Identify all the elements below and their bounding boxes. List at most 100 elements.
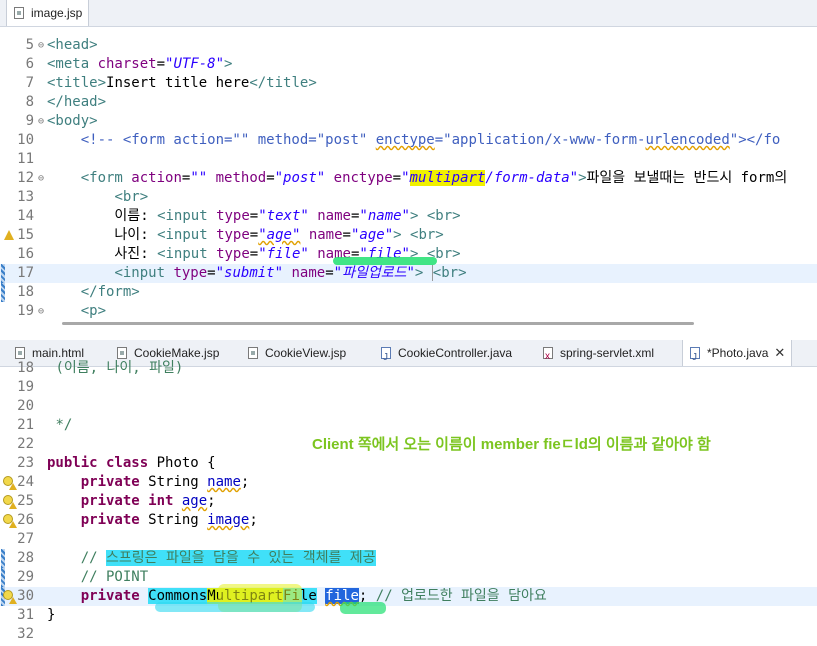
warning-icon[interactable] [4,230,14,240]
code-text[interactable]: <input type="submit" name="파일업로드"> <br> [47,264,467,283]
fold-toggle-icon[interactable]: ⊖ [38,112,44,131]
line-gutter[interactable]: 20 [0,397,44,416]
line-number: 26 [17,512,34,528]
code-text[interactable]: (이름, 나이, 파일) [47,359,183,378]
code-text[interactable]: <p> [47,302,106,321]
line-number: 11 [17,151,34,167]
tab-image-jsp[interactable]: image.jsp [6,0,90,26]
line-gutter[interactable]: 6 [0,55,44,74]
line-gutter[interactable]: 18 [0,359,44,378]
line-gutter[interactable]: 31 [0,606,44,625]
code-line[interactable]: 32 [0,625,817,644]
fold-toggle-icon[interactable]: ⊖ [38,169,44,188]
html-file-icon [15,347,25,359]
code-line[interactable]: 9 ⊖ <body> [0,112,817,131]
editor-photo-java[interactable]: main.html CookieMake.jsp CookieView.jsp Coo… [0,340,817,646]
line-gutter[interactable]: 7 [0,74,44,93]
line-gutter[interactable]: 27 [0,530,44,549]
line-gutter[interactable]: 26 [0,511,44,530]
line-gutter[interactable]: 24 [0,473,44,492]
fold-toggle-icon[interactable]: ⊖ [38,302,44,321]
line-number: 7 [25,75,34,91]
line-gutter[interactable]: 30 [0,587,44,606]
line-gutter[interactable]: 13 [0,188,44,207]
line-gutter[interactable]: 19 [0,378,44,397]
code-text[interactable]: private String name; [47,473,250,492]
code-text[interactable]: <title>Insert title here</title> [47,74,317,93]
line-gutter[interactable]: 28 [0,549,44,568]
line-gutter[interactable]: 22 [0,435,44,454]
code-line[interactable]: 6 <meta charset="UTF-8"> [0,55,817,74]
code-text[interactable]: private int age; [47,492,216,511]
code-line[interactable]: 27 [0,530,817,549]
line-gutter[interactable]: 14 [0,207,44,226]
code-line[interactable]: 26 private String image; [0,511,817,530]
code-text[interactable]: */ [47,416,72,435]
line-gutter[interactable]: 21 [0,416,44,435]
line-number: 30 [17,588,34,604]
code-line[interactable]: 19 ⊖ <p> [0,302,817,321]
code-text[interactable]: <br> [47,188,148,207]
code-line[interactable]: 5 ⊖ <head> [0,36,817,55]
code-text[interactable]: <head> [47,36,98,55]
line-gutter[interactable]: 11 [0,150,44,169]
code-line[interactable]: 13 <br> [0,188,817,207]
close-tab-icon[interactable]: ✕ [774,345,785,360]
code-line[interactable]: 23 public class Photo { [0,454,817,473]
code-line[interactable]: 18 (이름, 나이, 파일) [0,359,817,378]
code-text[interactable]: <meta charset="UTF-8"> [47,55,232,74]
code-text[interactable]: } [47,606,55,625]
code-line[interactable]: 15 나이: <input type="age" name="age"> <br… [0,226,817,245]
code-line[interactable]: 17 <input type="submit" name="파일업로드"> <b… [0,264,817,283]
code-line[interactable]: 24 private String name; [0,473,817,492]
line-gutter[interactable]: 16 [0,245,44,264]
code-line[interactable]: 30 private CommonsMultipartFile file; //… [0,587,817,606]
code-text[interactable]: public class Photo { [47,454,216,473]
code-line[interactable]: 14 이름: <input type="text" name="name"> <… [0,207,817,226]
code-text[interactable]: // POINT [47,568,148,587]
code-line[interactable]: 11 [0,150,817,169]
code-text[interactable]: // 스프링은 파일을 담을 수 있는 객체를 제공 [47,549,376,568]
code-text[interactable]: <body> [47,112,98,131]
line-gutter[interactable]: 17 [0,264,44,283]
line-gutter[interactable]: 8 [0,93,44,112]
line-number: 22 [17,436,34,452]
line-gutter[interactable]: 29 [0,568,44,587]
code-text[interactable]: <form action="" method="post" enctype="m… [47,169,787,188]
editor-image-jsp[interactable]: image.jsp 5 ⊖ <head> 6 <meta charset="UTF-8"… [0,0,817,340]
java-file-icon [690,345,700,371]
fold-toggle-icon[interactable]: ⊖ [38,36,44,55]
code-line[interactable]: 7 <title>Insert title here</title> [0,74,817,93]
code-line[interactable]: 29 // POINT [0,568,817,587]
line-gutter[interactable]: 5 ⊖ [0,36,44,55]
code-text[interactable]: 이름: <input type="text" name="name"> <br> [47,207,460,226]
code-text[interactable]: private String image; [47,511,258,530]
code-line[interactable]: 25 private int age; [0,492,817,511]
line-gutter[interactable]: 10 [0,131,44,150]
code-line[interactable]: 19 [0,378,817,397]
code-line[interactable]: 28 // 스프링은 파일을 담을 수 있는 객체를 제공 [0,549,817,568]
cyan-highlight-stroke [155,602,315,612]
code-line[interactable]: 10 <!-- <form action="" method="post" en… [0,131,817,150]
line-gutter[interactable]: 19 ⊖ [0,302,44,321]
code-line[interactable]: 20 [0,397,817,416]
code-line[interactable]: 18 </form> [0,283,817,302]
line-number: 16 [17,246,34,262]
code-text[interactable]: <!-- <form action="" method="post" encty… [47,131,781,150]
line-gutter[interactable]: 15 [0,226,44,245]
line-number: 18 [17,360,34,376]
code-line[interactable]: 8 </head> [0,93,817,112]
code-text[interactable]: </form> [47,283,140,302]
code-line[interactable]: 12 ⊖ <form action="" method="post" enctyp… [0,169,817,188]
line-gutter[interactable]: 12 ⊖ [0,169,44,188]
line-gutter[interactable]: 18 [0,283,44,302]
code-text[interactable]: </head> [47,93,106,112]
horizontal-scrollbar[interactable] [62,322,694,325]
code-line[interactable]: 31} [0,606,817,625]
code-text[interactable]: 나이: <input type="age" name="age"> <br> [47,226,443,245]
line-gutter[interactable]: 23 [0,454,44,473]
line-gutter[interactable]: 32 [0,625,44,644]
top-tab-bar: image.jsp [0,0,817,27]
line-gutter[interactable]: 25 [0,492,44,511]
line-gutter[interactable]: 9 ⊖ [0,112,44,131]
